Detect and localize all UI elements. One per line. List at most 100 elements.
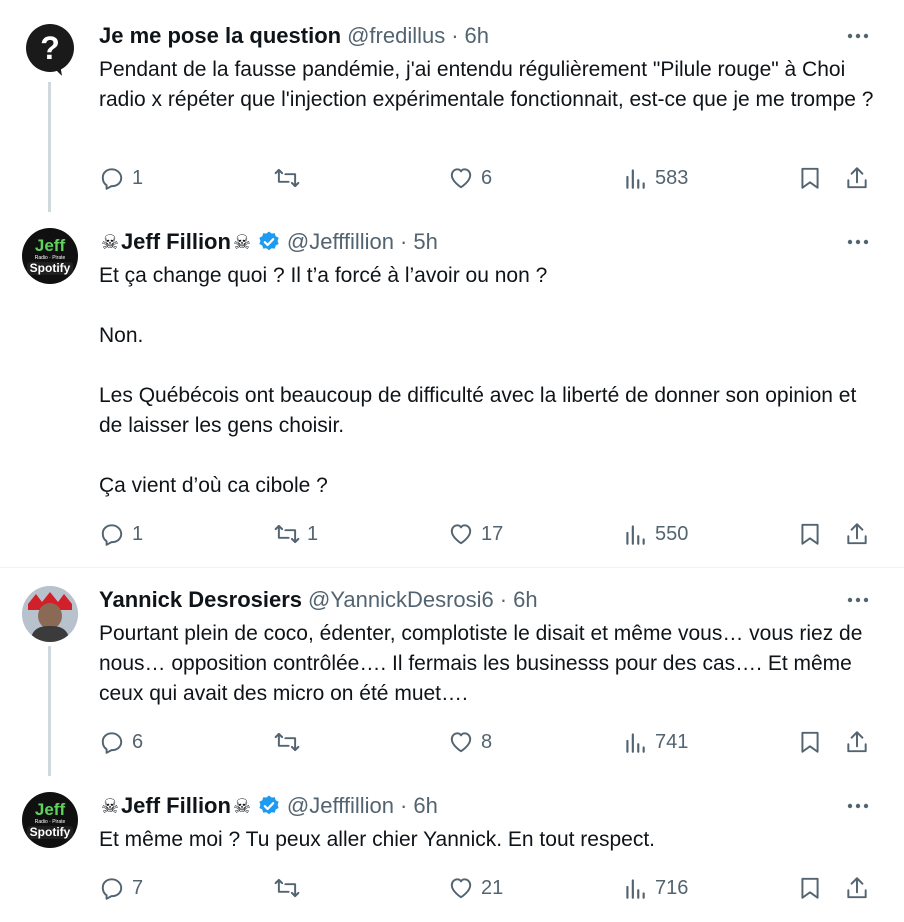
user-handle[interactable]: @YannickDesrosi6 xyxy=(308,587,494,613)
retweet-button[interactable] xyxy=(274,727,307,757)
retweet-button[interactable] xyxy=(274,163,307,193)
bookmark-icon xyxy=(801,523,819,545)
more-options-icon[interactable] xyxy=(843,791,873,821)
user-handle[interactable]: @fredillus xyxy=(347,23,445,49)
user-handle[interactable]: @Jefffillion xyxy=(287,793,394,819)
bookmark-icon xyxy=(801,877,819,899)
like-button[interactable]: 8 xyxy=(448,727,492,757)
analytics-icon xyxy=(626,525,645,545)
views-button[interactable]: 741 xyxy=(622,727,688,757)
retweet-icon xyxy=(274,732,300,752)
share-button[interactable] xyxy=(844,163,870,193)
user-handle[interactable]: @Jefffillion xyxy=(287,229,394,255)
like-count: 21 xyxy=(481,876,504,899)
timestamp[interactable]: 6h xyxy=(513,587,537,613)
analytics-icon xyxy=(626,879,645,899)
tweet-paragraph: Pourtant plein de coco, édenter, complot… xyxy=(99,622,863,705)
tweet-header: ☠ Jeff Fillion ☠ @Jefffillion · 5h xyxy=(101,229,438,255)
reply-icon xyxy=(101,524,123,546)
avatar-logo-text: Jeff xyxy=(34,235,66,255)
skull-crossbones-icon: ☠ xyxy=(232,795,251,818)
avatar[interactable]: ? xyxy=(22,22,78,78)
analytics-icon xyxy=(626,733,645,753)
analytics-icon xyxy=(626,169,645,189)
profile-photo xyxy=(22,586,78,642)
avatar[interactable]: Jeff Radio · Pirate Spotify xyxy=(22,792,78,848)
bookmark-icon xyxy=(801,731,819,753)
thread-line xyxy=(48,82,51,212)
share-button[interactable] xyxy=(844,727,870,757)
tweet-header: ☠ Jeff Fillion ☠ @Jefffillion · 6h xyxy=(101,793,438,819)
more-options-icon[interactable] xyxy=(843,585,873,615)
retweet-button[interactable] xyxy=(274,873,307,903)
reply-icon xyxy=(101,878,123,900)
bookmark-button[interactable] xyxy=(797,163,823,193)
views-button[interactable]: 550 xyxy=(622,519,688,549)
timestamp[interactable]: 6h xyxy=(413,793,437,819)
heart-icon xyxy=(450,878,472,899)
thread-line xyxy=(48,646,51,776)
avatar-logo-text: Jeff xyxy=(34,799,66,819)
tweet-text: Et ça change quoi ? Il t’a forcé à l’avo… xyxy=(99,261,879,501)
bookmark-button[interactable] xyxy=(797,727,823,757)
share-button[interactable] xyxy=(844,873,870,903)
retweet-icon xyxy=(274,168,300,188)
views-button[interactable]: 716 xyxy=(622,873,688,903)
tweet-text: Pourtant plein de coco, édenter, complot… xyxy=(99,619,879,709)
display-name[interactable]: Jeff Fillion xyxy=(121,793,231,819)
divider xyxy=(0,567,904,568)
tweet-text: Et même moi ? Tu peux aller chier Yannic… xyxy=(99,825,879,855)
skull-crossbones-icon: ☠ xyxy=(232,231,251,254)
reply-icon xyxy=(101,168,123,190)
timestamp[interactable]: 5h xyxy=(413,229,437,255)
like-count: 6 xyxy=(481,166,493,189)
verified-badge-icon xyxy=(259,231,279,251)
action-bar: 6 8 741 xyxy=(99,727,879,757)
timestamp[interactable]: 6h xyxy=(465,23,489,49)
retweet-count: 1 xyxy=(307,522,319,545)
reply-button[interactable]: 6 xyxy=(99,727,143,757)
more-options-icon[interactable] xyxy=(843,227,873,257)
reply-button[interactable]: 1 xyxy=(99,519,143,549)
tweet-paragraph: Les Québécois ont beaucoup de difficulté… xyxy=(99,384,857,437)
display-name[interactable]: Je me pose la question xyxy=(99,23,341,49)
reply-count: 1 xyxy=(132,166,144,189)
share-icon xyxy=(847,167,867,189)
display-name[interactable]: Jeff Fillion xyxy=(121,229,231,255)
tweet-paragraph: Pendant de la fausse pandémie, j'ai ente… xyxy=(99,58,874,111)
display-name[interactable]: Yannick Desrosiers xyxy=(99,587,302,613)
reply-count: 7 xyxy=(132,876,144,899)
avatar[interactable] xyxy=(22,586,78,642)
skull-crossbones-icon: ☠ xyxy=(101,231,119,254)
skull-crossbones-icon: ☠ xyxy=(101,795,119,818)
tweet-text: Pendant de la fausse pandémie, j'ai ente… xyxy=(99,55,879,115)
view-count: 583 xyxy=(655,166,689,189)
verified-badge-icon xyxy=(259,795,279,815)
bookmark-button[interactable] xyxy=(797,519,823,549)
share-button[interactable] xyxy=(844,519,870,549)
more-options-icon[interactable] xyxy=(843,21,873,51)
avatar-logo-brand: Spotify xyxy=(26,825,74,839)
avatar-logo-brand: Spotify xyxy=(26,261,74,275)
reply-count: 6 xyxy=(132,730,144,753)
tweet-paragraph: Et ça change quoi ? Il t’a forcé à l’avo… xyxy=(99,264,548,287)
views-button[interactable]: 583 xyxy=(622,163,688,193)
tweet-paragraph: Ça vient d’où ca cibole ? xyxy=(99,474,328,497)
like-count: 17 xyxy=(481,522,504,545)
avatar[interactable]: Jeff Radio · Pirate Spotify xyxy=(22,228,78,284)
retweet-icon xyxy=(274,878,300,898)
view-count: 550 xyxy=(655,522,689,545)
share-icon xyxy=(847,731,867,753)
share-icon xyxy=(847,523,867,545)
like-button[interactable]: 21 xyxy=(448,873,503,903)
action-bar: 1 1 17 550 xyxy=(99,519,879,549)
reply-button[interactable]: 7 xyxy=(99,873,143,903)
bookmark-button[interactable] xyxy=(797,873,823,903)
retweet-button[interactable]: 1 xyxy=(274,519,318,549)
retweet-icon xyxy=(274,524,300,544)
like-button[interactable]: 6 xyxy=(448,163,492,193)
action-bar: 1 6 583 xyxy=(99,163,879,193)
reply-button[interactable]: 1 xyxy=(99,163,143,193)
tweet-header: Yannick Desrosiers @YannickDesrosi6 · 6h xyxy=(99,587,538,613)
like-button[interactable]: 17 xyxy=(448,519,503,549)
